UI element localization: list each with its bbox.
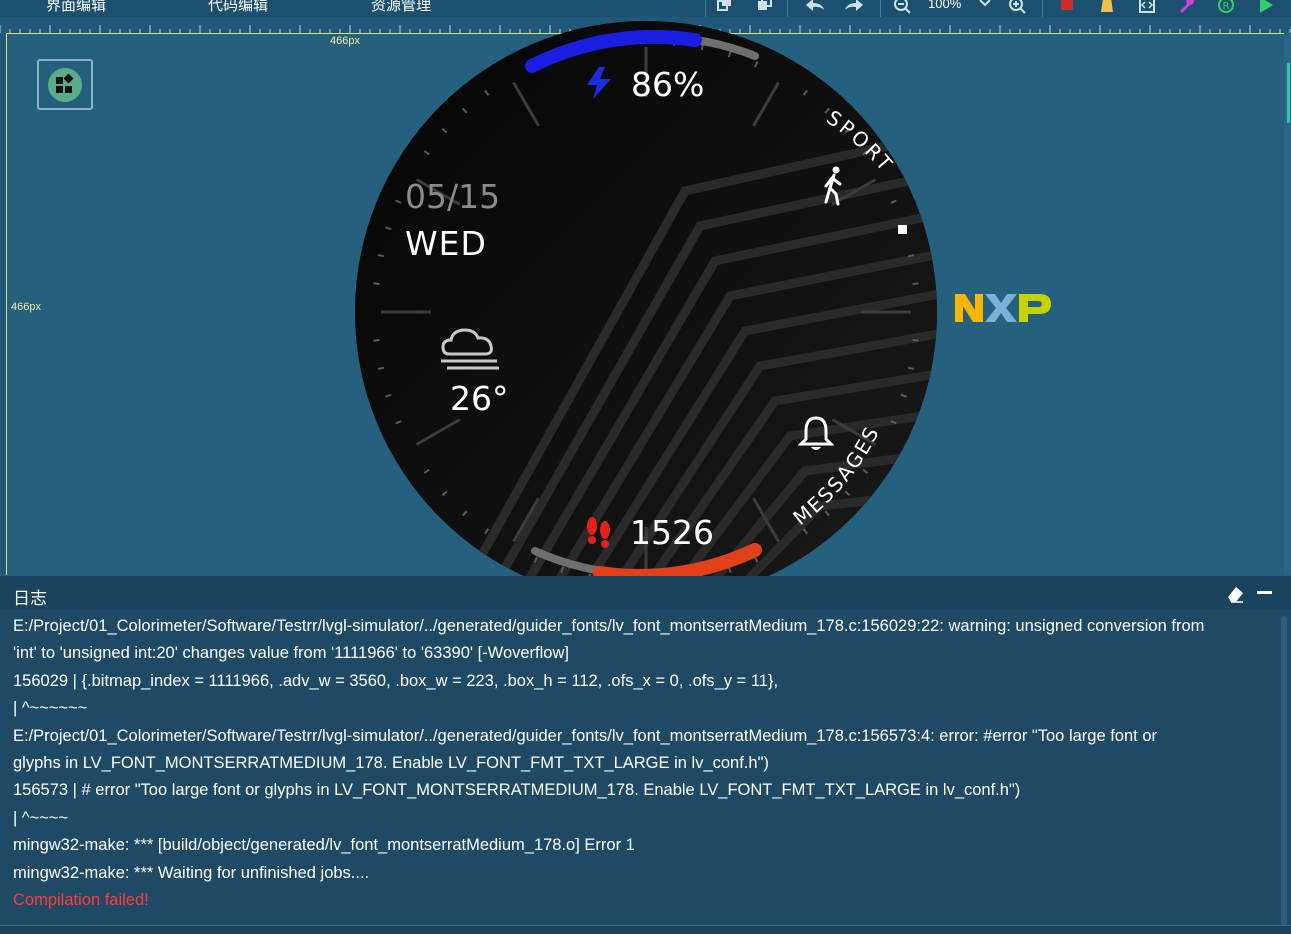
log-line: | ^~~~~~~	[13, 699, 88, 718]
footprints-icon	[584, 516, 614, 555]
log-line: mingw32-make: *** Waiting for unfinished…	[13, 863, 370, 882]
build-icon[interactable]	[1177, 0, 1195, 14]
zoom-out-icon[interactable]	[893, 0, 911, 14]
log-line: glyphs in LV_FONT_MONTSERRATMEDIUM_178. …	[13, 754, 769, 773]
copy-icon[interactable]	[716, 0, 734, 14]
bell-icon	[797, 415, 835, 458]
toolbar-divider	[880, 0, 881, 17]
log-line: 'int' to 'unsigned int:20' changes value…	[13, 644, 569, 663]
vertical-ruler	[0, 33, 7, 575]
zoom-dropdown-icon[interactable]	[976, 0, 994, 14]
eraser-icon[interactable]	[1226, 585, 1244, 608]
widgets-icon	[48, 68, 82, 102]
log-content: E:/Project/01_Colorimeter/Software/Testr…	[13, 613, 1281, 914]
redo-icon[interactable]	[843, 0, 863, 14]
undo-icon[interactable]	[804, 0, 824, 14]
log-header: 日志	[0, 576, 1291, 610]
run-icon[interactable]	[1257, 0, 1275, 14]
log-line: E:/Project/01_Colorimeter/Software/Testr…	[13, 617, 1205, 635]
toolbar-divider	[787, 0, 788, 17]
vertical-scrollbar[interactable]	[1284, 33, 1291, 575]
tab-ui-editor[interactable]: 界面编辑	[46, 0, 106, 15]
zoom-level[interactable]: 100%	[928, 0, 961, 11]
canvas-height-label: 466px	[11, 301, 41, 313]
watch-face-screen[interactable]: 86% 05/15 WED 26° SPORT MESSAGES 1526	[355, 21, 937, 603]
minimize-icon[interactable]	[1257, 591, 1272, 594]
log-line: 156573 | # error "Too large font or glyp…	[13, 781, 1021, 800]
log-title: 日志	[13, 589, 47, 609]
compilation-status: Compilation failed!	[13, 891, 149, 910]
toolbar-divider	[1042, 0, 1043, 17]
top-toolbar: 界面编辑 代码编辑 资源管理 100% R	[0, 0, 1291, 17]
stop-icon[interactable]	[1058, 0, 1076, 14]
log-line: | ^~~~~	[13, 808, 69, 827]
toolbar-divider	[705, 0, 706, 17]
clean-icon[interactable]	[1098, 0, 1116, 14]
register-icon[interactable]: R	[1217, 0, 1235, 14]
svg-text:SPORT: SPORT	[822, 105, 899, 177]
tab-resource-manager[interactable]: 资源管理	[371, 0, 431, 15]
log-panel: 日志 E:/Project/01_Colorimeter/Software/Te…	[0, 576, 1291, 933]
steps-count: 1526	[630, 513, 714, 552]
widget-library-button[interactable]	[37, 59, 93, 110]
log-line: E:/Project/01_Colorimeter/Software/Testr…	[13, 726, 1157, 745]
tab-code-editor[interactable]: 代码编辑	[208, 0, 268, 15]
nxp-logo	[953, 292, 1053, 329]
paste-icon[interactable]	[756, 0, 774, 14]
sport-label: SPORT	[822, 105, 896, 177]
log-scrollbar[interactable]	[1281, 616, 1287, 926]
log-line: 156029 | {.bitmap_index = 1111966, .adv_…	[13, 671, 779, 690]
log-line: mingw32-make: *** [build/object/generate…	[13, 836, 635, 855]
svg-text:R: R	[1223, 1, 1230, 12]
zoom-in-icon[interactable]	[1008, 0, 1026, 14]
code-icon[interactable]	[1138, 0, 1156, 14]
